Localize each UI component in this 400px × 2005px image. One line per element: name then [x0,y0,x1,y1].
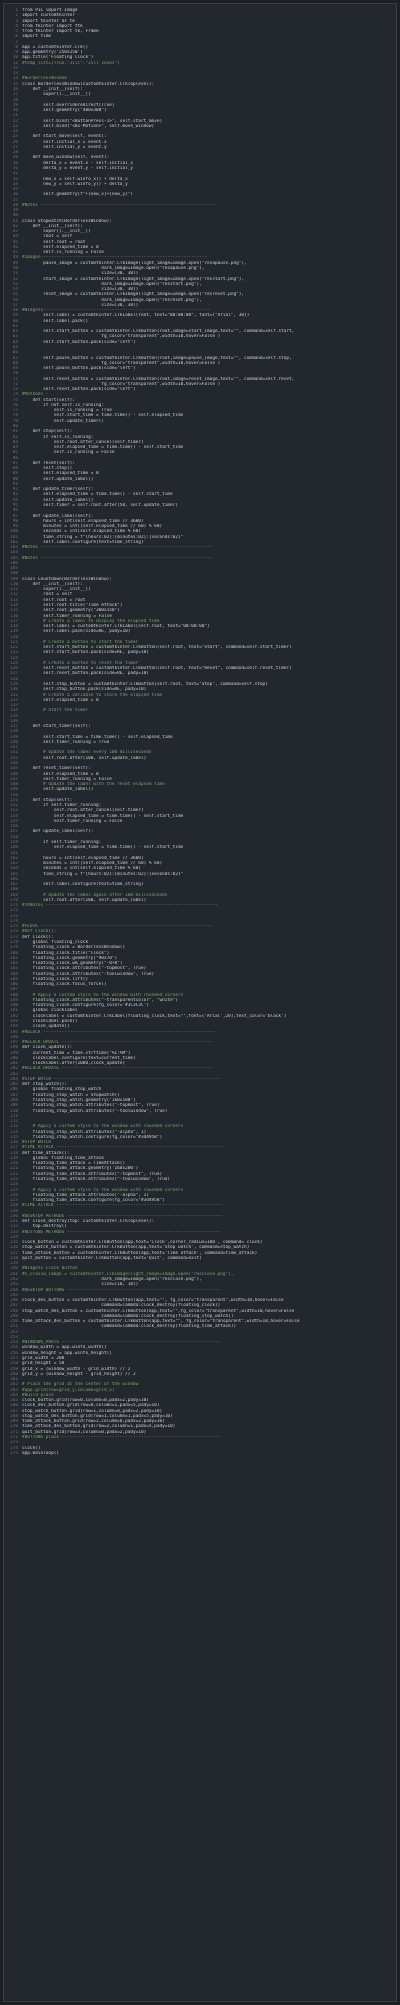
code-editor[interactable]: 1 from PIL import Image 2 import customtkin… [3,3,397,2002]
code-line[interactable]: 275 app.mainloop() [4,1450,396,1456]
line-number: 275 [10,1450,18,1456]
line-text: app.mainloop() [22,1450,60,1456]
code-area[interactable]: 1 from PIL import Image 2 import customtkin… [4,8,396,1456]
